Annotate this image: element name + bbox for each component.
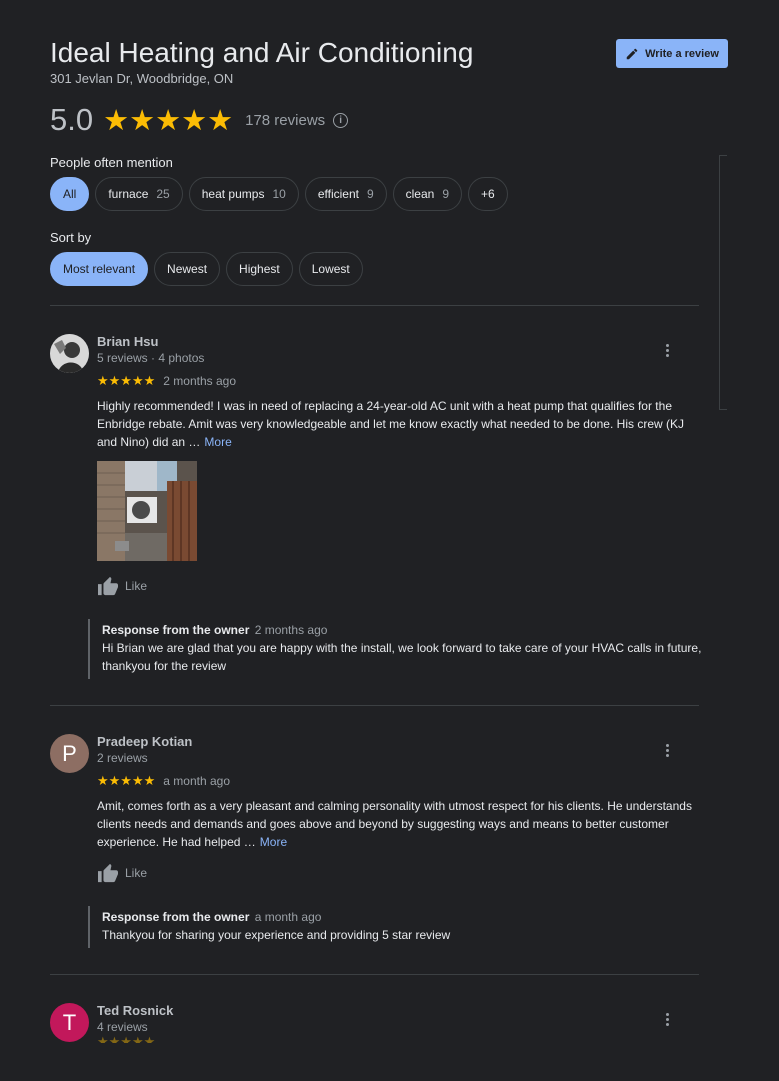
reviewer-name[interactable]: Pradeep Kotian <box>97 734 192 749</box>
reviewer-name[interactable]: Brian Hsu <box>97 334 158 349</box>
review-stars: ★★★★★ <box>97 373 156 388</box>
scrollbar[interactable] <box>719 155 727 410</box>
divider <box>50 305 699 306</box>
reviewer-name[interactable]: Ted Rosnick <box>97 1003 173 1018</box>
write-review-button[interactable]: Write a review <box>616 39 728 68</box>
sort-newest[interactable]: Newest <box>154 252 221 286</box>
owner-response-header: Response from the owner a month ago <box>102 910 702 924</box>
review-stars: ★★★★★ <box>97 1036 155 1043</box>
divider <box>50 974 699 975</box>
owner-response: Response from the owner 2 months ago Hi … <box>88 619 702 679</box>
review-text: Highly recommended! I was in need of rep… <box>97 397 700 451</box>
more-options-icon[interactable] <box>657 740 677 760</box>
rating-summary: 5.0 ★★★★★ 178 reviews i <box>50 100 349 140</box>
avatar[interactable]: P <box>50 734 89 773</box>
review-photo-image <box>97 461 197 561</box>
review-rating-row: ★★★★★ 2 months ago <box>97 373 236 389</box>
place-title: Ideal Heating and Air Conditioning <box>50 37 474 68</box>
pencil-icon <box>626 48 638 59</box>
like-button[interactable]: Like <box>97 576 147 596</box>
review-body: Highly recommended! I was in need of rep… <box>97 399 684 449</box>
review-text: Amit, comes forth as a very pleasant and… <box>97 797 700 851</box>
owner-response: Response from the owner a month ago Than… <box>88 906 702 948</box>
chip-label: efficient <box>317 187 359 201</box>
chip-count: 10 <box>272 187 286 201</box>
write-review-label: Write a review <box>645 47 719 60</box>
chip-count: 25 <box>156 187 170 201</box>
chip-label: heat pumps <box>201 187 265 201</box>
sort-lowest[interactable]: Lowest <box>298 252 363 286</box>
sort-highest[interactable]: Highest <box>226 252 293 286</box>
place-address: 301 Jevlan Dr, Woodbridge, ON <box>50 71 234 86</box>
more-link[interactable]: More <box>204 435 231 449</box>
review-photo[interactable] <box>97 461 197 561</box>
sort-most-relevant[interactable]: Most relevant <box>50 252 149 286</box>
owner-response-label: Response from the owner <box>102 623 250 637</box>
like-label: Like <box>125 866 148 880</box>
review-count[interactable]: 178 reviews <box>245 112 325 129</box>
reviewer-meta: 2 reviews <box>97 751 148 765</box>
review-date: 2 months ago <box>163 374 236 388</box>
owner-response-date: 2 months ago <box>254 623 328 637</box>
owner-response-text: Thankyou for sharing your experience and… <box>102 928 451 942</box>
chip-count: 9 <box>442 187 450 201</box>
avatar-letter: T <box>62 1009 77 1035</box>
rating-value: 5.0 <box>50 102 94 137</box>
review-rating-row: ★★★★★ a month ago <box>97 773 230 789</box>
chip-furnace[interactable]: furnace 25 <box>95 177 183 211</box>
chip-label: clean <box>405 187 435 201</box>
owner-response-label: Response from the owner <box>102 910 250 924</box>
owner-response-date: a month ago <box>254 910 322 924</box>
avatar-letter: P <box>62 740 77 766</box>
review-stars: ★★★★★ <box>97 773 156 788</box>
chip-heat-pumps[interactable]: heat pumps 10 <box>188 177 299 211</box>
chip-clean[interactable]: clean 9 <box>392 177 463 211</box>
more-link[interactable]: More <box>260 835 287 849</box>
like-label: Like <box>125 579 148 593</box>
sort-label: Sort by <box>50 230 92 245</box>
owner-response-text: Hi Brian we are glad that you are happy … <box>102 641 702 673</box>
chip-count: 9 <box>366 187 374 201</box>
more-options-icon[interactable] <box>657 340 677 360</box>
chip-more[interactable]: +6 <box>468 177 508 211</box>
thumbs-up-icon <box>98 863 118 883</box>
divider <box>50 705 699 706</box>
reviewer-meta: 4 reviews <box>97 1020 148 1034</box>
sort-options: Most relevant Newest Highest Lowest <box>50 252 363 286</box>
chip-label: furnace <box>108 187 149 201</box>
mentions-label: People often mention <box>50 155 173 170</box>
chip-efficient[interactable]: efficient 9 <box>304 177 387 211</box>
avatar[interactable]: T <box>50 1003 89 1042</box>
chip-label: All <box>63 187 77 201</box>
review-body: Amit, comes forth as a very pleasant and… <box>97 799 692 849</box>
more-options-icon[interactable] <box>657 1009 677 1029</box>
review-date: a month ago <box>163 774 230 788</box>
rating-stars: ★★★★★ <box>103 104 234 137</box>
mention-chips: All furnace 25 heat pumps 10 efficient 9 cl… <box>50 177 508 211</box>
owner-response-header: Response from the owner 2 months ago <box>102 623 702 637</box>
chip-all[interactable]: All <box>50 177 90 211</box>
like-button[interactable]: Like <box>97 863 147 883</box>
thumbs-up-icon <box>98 576 118 596</box>
avatar[interactable] <box>50 334 89 373</box>
reviewer-meta: 5 reviews · 4 photos <box>97 351 205 365</box>
info-icon[interactable]: i <box>333 112 349 128</box>
avatar-photo <box>50 334 89 373</box>
review-rating-row: ★★★★★ <box>97 1036 155 1043</box>
chip-label: +6 <box>481 187 495 201</box>
